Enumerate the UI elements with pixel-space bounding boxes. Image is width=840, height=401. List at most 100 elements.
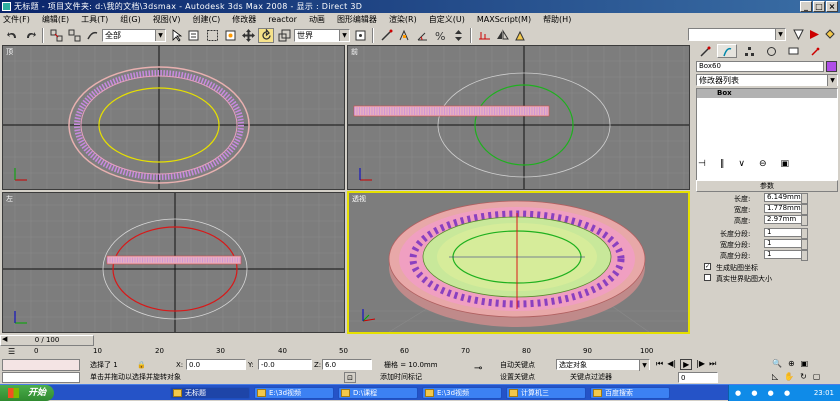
select-manipulate-icon[interactable] bbox=[378, 28, 394, 43]
menu-customize[interactable]: 自定义(U) bbox=[429, 14, 465, 25]
selection-filter-dropdown[interactable]: 全部 ▼ bbox=[102, 28, 166, 42]
menu-tools[interactable]: 工具(T) bbox=[81, 14, 108, 25]
maxscript-listener-2[interactable] bbox=[2, 372, 80, 383]
select-icon[interactable] bbox=[168, 28, 184, 43]
menu-modifiers[interactable]: 修改器 bbox=[232, 14, 256, 25]
select-by-name-icon[interactable] bbox=[186, 28, 202, 43]
unlink-icon[interactable] bbox=[66, 28, 82, 43]
menu-group[interactable]: 组(G) bbox=[120, 14, 140, 25]
goto-start-icon[interactable]: ⏮ bbox=[656, 359, 663, 370]
pin-stack-icon[interactable]: ⊣ bbox=[698, 159, 706, 169]
configure-sets-icon[interactable]: ▣ bbox=[780, 159, 789, 169]
task-baidu[interactable]: 百度搜索 bbox=[590, 387, 670, 399]
task-folder-1[interactable]: E:\3d视频 bbox=[254, 387, 334, 399]
width-segs-spinner[interactable]: 1 bbox=[764, 239, 808, 250]
task-folder-3[interactable]: E:\3d视频 bbox=[422, 387, 502, 399]
zoom-icon[interactable]: 🔍 bbox=[772, 359, 782, 370]
menu-graph-editors[interactable]: 图形编辑器 bbox=[337, 14, 377, 25]
menu-create[interactable]: 创建(C) bbox=[192, 14, 220, 25]
add-time-tag-button[interactable]: 添加时间标记 bbox=[380, 372, 422, 383]
spinner-snap-icon[interactable] bbox=[450, 28, 466, 43]
goto-end-icon[interactable]: ⏭ bbox=[709, 359, 716, 370]
maximize-viewport-icon[interactable]: ▢ bbox=[813, 372, 821, 383]
pan-icon[interactable]: ✋ bbox=[784, 372, 794, 383]
zoom-extents-icon[interactable]: ▣ bbox=[801, 359, 809, 370]
named-selection-icon[interactable] bbox=[476, 28, 492, 43]
named-selection-set-field[interactable]: ▼ bbox=[688, 28, 786, 41]
current-frame-field[interactable]: 0 bbox=[678, 372, 718, 383]
rotate-icon[interactable] bbox=[258, 27, 274, 43]
tray-icons[interactable]: ● ● ● ● bbox=[735, 385, 794, 401]
pivot-icon[interactable] bbox=[352, 28, 368, 43]
top-viewport[interactable]: 顶 bbox=[2, 45, 345, 190]
key-mode-dropdown[interactable]: 选定对象 ▼ bbox=[556, 359, 650, 371]
render-setup-icon[interactable] bbox=[790, 27, 806, 42]
snap-icon[interactable] bbox=[396, 28, 412, 43]
quick-render-icon[interactable] bbox=[822, 27, 838, 42]
menu-views[interactable]: 视图(V) bbox=[153, 14, 181, 25]
remove-modifier-icon[interactable]: ⊖ bbox=[759, 159, 767, 169]
left-viewport[interactable]: 左 bbox=[2, 192, 345, 333]
length-segs-spinner[interactable]: 1 bbox=[764, 228, 808, 239]
perspective-viewport[interactable]: 透视 bbox=[347, 191, 690, 334]
play-icon[interactable]: ▶ bbox=[680, 359, 693, 370]
menu-rendering[interactable]: 渲染(R) bbox=[389, 14, 417, 25]
prev-key-icon[interactable]: ◀| bbox=[667, 359, 676, 370]
stack-item-box[interactable]: Box bbox=[697, 89, 837, 98]
window-crossing-icon[interactable] bbox=[222, 28, 238, 43]
hierarchy-tab-icon[interactable] bbox=[739, 44, 759, 58]
show-end-result-icon[interactable]: ‖ bbox=[720, 159, 725, 169]
height-segs-spinner[interactable]: 1 bbox=[764, 250, 808, 261]
menu-animation[interactable]: 动画 bbox=[309, 14, 325, 25]
menu-file[interactable]: 文件(F) bbox=[3, 14, 30, 25]
menu-reactor[interactable]: reactor bbox=[268, 15, 297, 24]
front-viewport[interactable]: 前 bbox=[347, 45, 690, 190]
track-bar[interactable]: ☰ 0 10 20 30 40 50 60 70 80 90 100 bbox=[0, 347, 692, 357]
display-tab-icon[interactable] bbox=[783, 44, 803, 58]
menu-help[interactable]: 帮助(H) bbox=[543, 14, 571, 25]
scale-icon[interactable] bbox=[276, 28, 292, 43]
rect-select-icon[interactable] bbox=[204, 28, 220, 43]
task-folder-2[interactable]: D:\课程 bbox=[338, 387, 418, 399]
time-slider[interactable]: 0 / 100 bbox=[0, 335, 94, 346]
modifier-list-dropdown[interactable]: 修改器列表 ▼ bbox=[696, 74, 838, 86]
make-unique-icon[interactable]: ∨ bbox=[738, 159, 745, 169]
undo-icon[interactable] bbox=[4, 28, 20, 43]
real-world-map-checkbox[interactable] bbox=[704, 274, 711, 281]
y-coordinate-field[interactable]: -0.0 bbox=[258, 359, 312, 370]
link-icon[interactable] bbox=[48, 28, 64, 43]
auto-key-button[interactable]: 自动关键点 bbox=[500, 360, 535, 371]
modify-tab-icon[interactable] bbox=[717, 44, 737, 58]
prev-frame-icon[interactable]: ◀ bbox=[2, 335, 7, 343]
start-button[interactable]: 开始 bbox=[0, 385, 54, 401]
percent-snap-icon[interactable]: % bbox=[432, 28, 448, 43]
parameters-rollout[interactable]: 参数 bbox=[696, 180, 838, 192]
key-filters-button[interactable]: 关键点过滤器 bbox=[570, 372, 612, 383]
generate-mapping-checkbox[interactable]: ✓ bbox=[704, 263, 711, 270]
task-computer[interactable]: 计算机三 bbox=[506, 387, 586, 399]
next-key-icon[interactable]: |▶ bbox=[696, 359, 705, 370]
reference-coordinate-dropdown[interactable]: 世界 ▼ bbox=[294, 28, 350, 42]
modifier-stack[interactable]: Box bbox=[696, 88, 838, 192]
absolute-mode-icon[interactable]: ⊡ bbox=[344, 372, 356, 383]
maxscript-listener[interactable] bbox=[2, 359, 80, 371]
minimize-button[interactable]: _ bbox=[800, 1, 812, 12]
filters-icon[interactable]: ☰ bbox=[8, 347, 15, 356]
task-untitled[interactable]: 无标题 bbox=[170, 387, 250, 399]
key-icon[interactable]: ⊸ bbox=[474, 364, 482, 375]
motion-tab-icon[interactable] bbox=[761, 44, 781, 58]
render-frame-icon[interactable] bbox=[806, 27, 822, 42]
mirror-icon[interactable] bbox=[494, 28, 510, 43]
menu-maxscript[interactable]: MAXScript(M) bbox=[477, 15, 531, 24]
create-tab-icon[interactable] bbox=[695, 44, 715, 58]
move-icon[interactable] bbox=[240, 28, 256, 43]
redo-icon[interactable] bbox=[22, 28, 38, 43]
zoom-all-icon[interactable]: ⊕ bbox=[788, 359, 795, 370]
lock-selection-icon[interactable]: 🔒 bbox=[137, 360, 146, 371]
z-coordinate-field[interactable]: 6.0 bbox=[322, 359, 372, 370]
set-key-button[interactable]: 设置关键点 bbox=[500, 372, 535, 383]
fov-icon[interactable]: ◺ bbox=[772, 372, 778, 383]
utilities-tab-icon[interactable] bbox=[805, 44, 825, 58]
object-color-swatch[interactable] bbox=[826, 61, 837, 72]
arc-rotate-icon[interactable]: ↻ bbox=[800, 372, 807, 383]
